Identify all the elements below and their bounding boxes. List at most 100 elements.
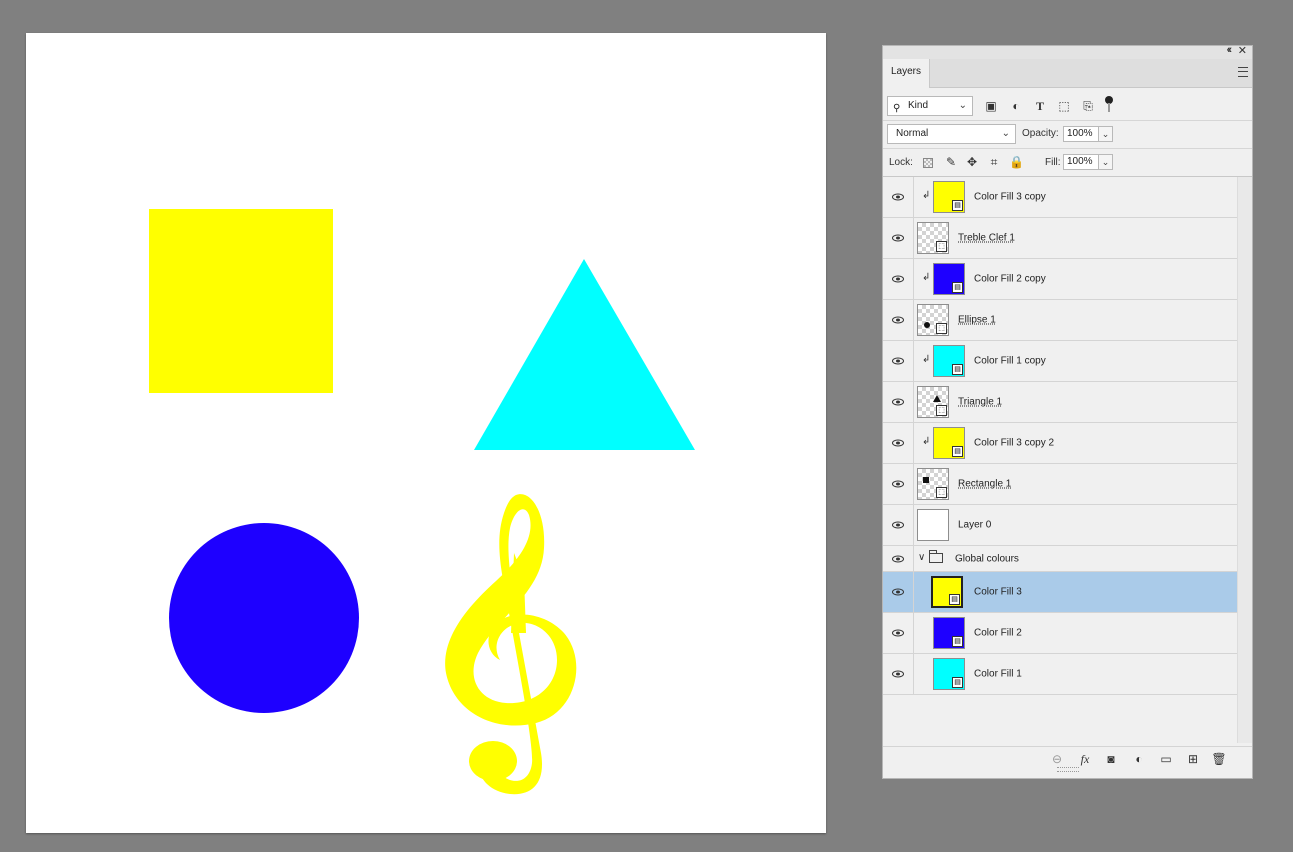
lock-image-pixels-icon[interactable]: ✎ — [944, 154, 958, 170]
layer-thumbnail[interactable]: ⬚ — [917, 468, 949, 500]
layer-name[interactable]: Ellipse 1 — [958, 315, 996, 326]
fill-field[interactable]: 100% — [1063, 154, 1099, 170]
layer-name[interactable]: Triangle 1 — [958, 397, 1002, 408]
visibility-eye-icon[interactable] — [892, 316, 904, 324]
group-name[interactable]: Global colours — [955, 553, 1019, 564]
new-layer-icon[interactable]: ⊞ — [1185, 751, 1201, 767]
blend-mode-value: Normal — [896, 128, 929, 139]
visibility-eye-icon[interactable] — [892, 480, 904, 488]
layer-name[interactable]: Color Fill 1 — [974, 669, 1022, 680]
row-divider — [913, 300, 914, 340]
chevron-down-icon: ⌄ — [958, 100, 967, 111]
prevent-autonest-icon[interactable]: ⌗ — [987, 154, 1001, 170]
chevron-down-icon: ⌄ — [1001, 128, 1010, 139]
visibility-eye-icon[interactable] — [892, 439, 904, 447]
layer-row[interactable]: ▤ Color Fill 1 — [883, 654, 1237, 695]
layer-row[interactable]: ⬚ Rectangle 1 — [883, 464, 1237, 505]
layer-thumbnail[interactable]: ▤ — [933, 658, 965, 690]
layer-name[interactable]: Layer 0 — [958, 520, 991, 531]
smart-object-filter-icon[interactable]: ⎘ — [1081, 99, 1095, 113]
visibility-eye-icon[interactable] — [892, 398, 904, 406]
layer-name[interactable]: Color Fill 3 copy — [974, 192, 1046, 203]
shape-badge-icon: ⬚ — [936, 487, 947, 498]
shape-badge-icon: ⬚ — [936, 405, 947, 416]
layer-thumbnail[interactable]: ▤ — [933, 263, 965, 295]
layer-name[interactable]: Color Fill 2 copy — [974, 274, 1046, 285]
panel-menu-icon[interactable] — [1238, 67, 1248, 77]
layer-row[interactable]: ⬚ Ellipse 1 — [883, 300, 1237, 341]
layer-row[interactable]: ↲ ▤ Color Fill 3 copy 2 — [883, 423, 1237, 464]
close-panel-icon[interactable]: ✕ — [1238, 44, 1247, 57]
layer-thumbnail[interactable]: ▤ — [933, 427, 965, 459]
smart-fill-badge-icon: ▤ — [952, 364, 963, 375]
row-divider — [913, 218, 914, 258]
collapse-panel-icon[interactable]: ‹‹ — [1227, 44, 1233, 56]
ellipse-mini-icon — [924, 322, 930, 328]
layer-thumbnail[interactable]: ▤ — [933, 181, 965, 213]
layer-thumbnail[interactable]: ⬚ — [917, 222, 949, 254]
layer-row[interactable]: Layer 0 — [883, 505, 1237, 546]
lock-row: Lock: ✎ ✥ ⌗ 🔒 Fill: 100% ⌄ — [883, 149, 1252, 177]
visibility-eye-icon[interactable] — [892, 670, 904, 678]
shape-filter-icon[interactable]: ⬚ — [1057, 99, 1071, 113]
type-filter-icon[interactable]: T — [1033, 99, 1047, 113]
fill-dropdown-icon[interactable]: ⌄ — [1099, 154, 1113, 170]
filter-kind-select[interactable]: ⚲ Kind ⌄ — [887, 96, 973, 116]
layer-thumbnail[interactable]: ▤ — [931, 576, 963, 608]
opacity-dropdown-icon[interactable]: ⌄ — [1099, 126, 1113, 142]
layer-row[interactable]: ⬚ Triangle 1 — [883, 382, 1237, 423]
layer-name[interactable]: Color Fill 2 — [974, 628, 1022, 639]
new-group-folder-icon[interactable]: ▭ — [1158, 751, 1174, 767]
row-divider — [913, 546, 914, 571]
layer-row[interactable]: ▤ Color Fill 2 — [883, 613, 1237, 654]
tab-layers[interactable]: Layers — [883, 59, 930, 88]
layer-thumbnail[interactable]: ▤ — [933, 617, 965, 649]
cyan-triangle — [474, 259, 695, 450]
visibility-eye-icon[interactable] — [892, 588, 904, 596]
link-layers-icon[interactable]: ⊖ — [1049, 751, 1065, 767]
layer-row[interactable]: ↲ ▤ Color Fill 3 copy — [883, 177, 1237, 218]
row-divider — [913, 572, 914, 612]
layer-name[interactable]: Color Fill 3 copy 2 — [974, 438, 1054, 449]
fx-icon[interactable]: fx — [1077, 751, 1093, 767]
visibility-eye-icon[interactable] — [892, 555, 904, 562]
layer-group-row[interactable]: ∨ Global colours — [883, 546, 1237, 572]
visibility-eye-icon[interactable] — [892, 357, 904, 365]
lock-position-icon[interactable]: ✥ — [965, 154, 979, 170]
lock-transparent-icon[interactable] — [923, 158, 933, 168]
visibility-eye-icon[interactable] — [892, 193, 904, 201]
panel-tab-row: Layers — [883, 59, 1252, 88]
layer-name[interactable]: Treble Clef 1 — [958, 233, 1015, 244]
layer-thumbnail[interactable]: ⬚ — [917, 386, 949, 418]
image-filter-icon[interactable]: ▣ — [984, 99, 998, 113]
document-canvas[interactable] — [26, 33, 826, 833]
visibility-eye-icon[interactable] — [892, 234, 904, 242]
resize-grip-icon[interactable] — [1057, 767, 1079, 772]
layer-row[interactable]: ▤ Color Fill 3 — [883, 572, 1237, 613]
add-mask-icon[interactable]: ◙ — [1103, 751, 1119, 767]
layer-name[interactable]: Color Fill 1 copy — [974, 356, 1046, 367]
group-expand-chevron-icon[interactable]: ∨ — [918, 552, 925, 563]
clipping-arrow-icon: ↲ — [922, 272, 931, 283]
smart-fill-badge-icon: ▤ — [952, 636, 963, 647]
trash-icon[interactable]: 🗑 — [1211, 751, 1227, 767]
visibility-eye-icon[interactable] — [892, 521, 904, 529]
layer-thumbnail[interactable]: ▤ — [933, 345, 965, 377]
row-divider — [913, 654, 914, 694]
layer-row[interactable]: ↲ ▤ Color Fill 2 copy — [883, 259, 1237, 300]
layer-thumbnail[interactable]: ⬚ — [917, 304, 949, 336]
visibility-eye-icon[interactable] — [892, 275, 904, 283]
lock-all-icon[interactable]: 🔒 — [1009, 154, 1024, 170]
layer-name[interactable]: Rectangle 1 — [958, 479, 1011, 490]
visibility-eye-icon[interactable] — [892, 629, 904, 637]
adjustment-layer-icon[interactable]: ◐ — [1131, 751, 1147, 767]
layer-row[interactable]: ↲ ▤ Color Fill 1 copy — [883, 341, 1237, 382]
layers-scrollbar[interactable] — [1237, 177, 1252, 743]
layer-thumbnail[interactable] — [917, 509, 949, 541]
layer-name[interactable]: Color Fill 3 — [974, 587, 1022, 598]
blend-mode-select[interactable]: Normal ⌄ — [887, 124, 1016, 144]
rectangle-mini-icon — [923, 477, 929, 483]
layer-row[interactable]: ⬚ Treble Clef 1 — [883, 218, 1237, 259]
adjustment-filter-icon[interactable]: ◐ — [1009, 99, 1023, 113]
opacity-field[interactable]: 100% — [1063, 126, 1099, 142]
